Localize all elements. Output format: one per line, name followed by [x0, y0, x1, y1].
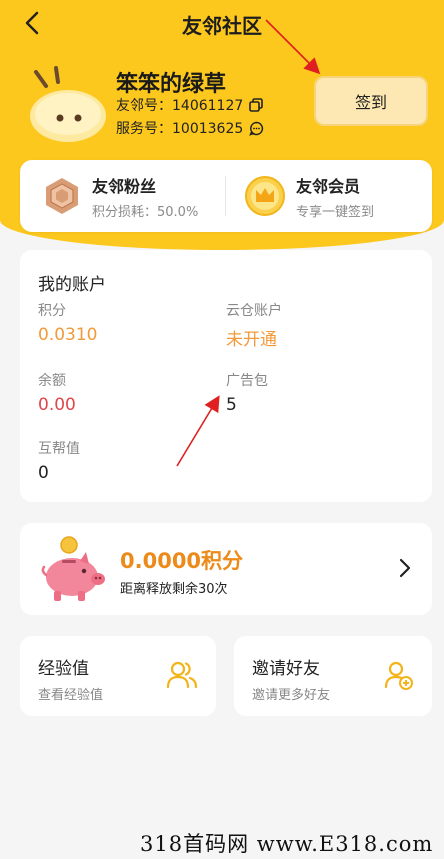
vip-member-item[interactable]: 友邻会员 专享一键签到 [244, 160, 374, 232]
account-title: 我的账户 [38, 275, 106, 295]
points-label: 积分 [38, 303, 66, 319]
release-points-value: 0.0000积分 [120, 549, 244, 573]
divider [225, 176, 226, 216]
invite-friends-card[interactable]: 邀请好友 邀请更多好友 [234, 636, 432, 716]
experience-card[interactable]: 经验值 查看经验值 [20, 636, 216, 716]
piggy-bank-icon [41, 536, 105, 601]
vip-subtitle: 专享一键签到 [296, 204, 375, 220]
ad-pack-label: 广告包 [226, 373, 268, 389]
top-bar: 友邻社区 [0, 0, 444, 46]
bronze-hexagon-badge-icon [46, 178, 78, 214]
cloud-account-label: 云仓账户 [226, 303, 282, 319]
chat-icon[interactable] [249, 121, 264, 136]
fans-title: 友邻粉丝 [92, 176, 157, 196]
chevron-right-icon[interactable] [398, 557, 412, 579]
points-field[interactable]: 积分 0.0310 [38, 300, 97, 345]
users-icon [166, 661, 198, 689]
balance-field[interactable]: 余额 0.00 [38, 370, 76, 415]
release-remaining-text: 距离释放剩余30次 [120, 582, 228, 597]
balance-value: 0.00 [38, 395, 76, 415]
membership-panel: 友邻粉丝 积分损耗：50.0% 友邻会员 专享一键签到 [20, 160, 432, 232]
account-card: 我的账户 积分 0.0310 云仓账户 未开通 余额 0.00 广告包 5 互帮… [20, 250, 432, 502]
release-points-card[interactable]: 0.0000积分 距离释放剩余30次 [20, 523, 432, 615]
user-name: 笨笨的绿草 [116, 72, 227, 97]
fans-level-item[interactable]: 友邻粉丝 积分损耗：50.0% [42, 160, 198, 232]
ad-pack-field[interactable]: 广告包 5 [226, 370, 268, 415]
sign-in-button[interactable]: 签到 [314, 76, 428, 126]
cloud-account-field[interactable]: 云仓账户 未开通 [226, 300, 282, 350]
invite-subtitle: 邀请更多好友 [252, 688, 331, 703]
mutual-help-field[interactable]: 互帮值 0 [38, 438, 80, 483]
invite-title: 邀请好友 [252, 659, 320, 679]
copy-icon[interactable] [249, 98, 264, 112]
vip-title: 友邻会员 [296, 176, 361, 196]
experience-subtitle: 查看经验值 [38, 688, 104, 703]
mutual-help-label: 互帮值 [38, 441, 80, 457]
ad-pack-value: 5 [226, 395, 237, 415]
points-value: 0.0310 [38, 325, 98, 345]
page-title: 友邻社区 [182, 14, 262, 38]
experience-title: 经验值 [38, 659, 89, 679]
mascot-avatar [30, 66, 106, 142]
mutual-help-value: 0 [38, 463, 49, 483]
fans-subtitle: 积分损耗：50.0% [92, 204, 199, 220]
service-id-row: 服务号：10013625 [116, 118, 264, 138]
cloud-account-value: 未开通 [226, 330, 277, 350]
neighbor-id: 友邻号：14061127 [116, 98, 244, 114]
balance-label: 余额 [38, 373, 66, 389]
service-id: 服务号：10013625 [116, 121, 244, 137]
crown-badge-icon [245, 176, 285, 216]
watermark-text: 318首码网 www.E318.com [140, 832, 434, 856]
neighbor-id-row: 友邻号：14061127 [116, 95, 264, 115]
add-user-icon [384, 661, 413, 690]
